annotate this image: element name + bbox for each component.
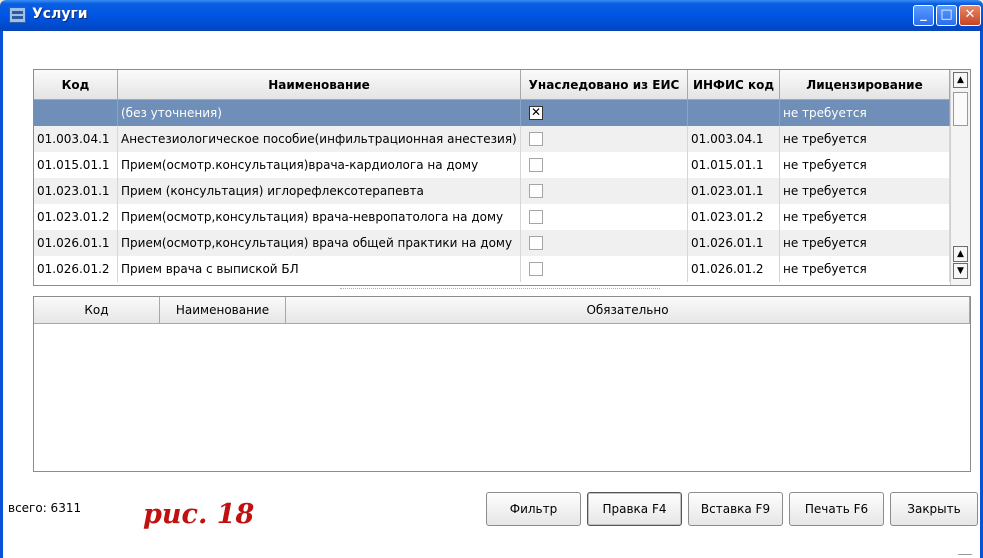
cell-inherited [521,204,688,230]
cell-inherited [521,256,688,282]
print-button[interactable]: Печать F6 [789,492,884,526]
cell-name: Прием (консультация) иглорефлексотерапев… [118,178,521,204]
cell-code: 01.023.01.2 [34,204,118,230]
vertical-scrollbar[interactable]: ▲ ▲ ▼ [950,70,970,285]
cell-inherited [521,230,688,256]
cell-code: 01.015.01.1 [34,152,118,178]
inherited-checkbox[interactable] [529,210,543,224]
cell-license: не требуется [780,126,950,152]
title-bar[interactable]: Услуги _ □ ✕ [0,0,983,31]
services-table[interactable]: Код Наименование Унаследовано из ЕИС ИНФ… [33,69,971,286]
cell-inherited [521,152,688,178]
cell-name: Прием(осмотр,консультация) врача-невропа… [118,204,521,230]
minimize-button[interactable]: _ [913,5,934,26]
scroll-up-button[interactable]: ▲ [953,72,968,88]
table-row[interactable]: 01.023.01.1 Прием (консультация) иглореф… [34,178,950,204]
cell-infis: 01.023.01.2 [688,204,780,230]
inherited-checkbox[interactable]: ✕ [529,106,543,120]
cell-infis: 01.026.01.2 [688,256,780,282]
insert-button[interactable]: Вставка F9 [688,492,783,526]
cell-license: не требуется [780,100,950,126]
app-window-icon [9,7,26,23]
cell-code: 01.023.01.1 [34,178,118,204]
cell-license: не требуется [780,256,950,282]
cell-name: Анестезиологическое пособие(инфильтрацио… [118,126,521,152]
figure-caption: рис. 18 [143,499,255,530]
cell-code: 01.003.04.1 [34,126,118,152]
column-header-code[interactable]: Код [34,70,118,100]
cell-infis: 01.023.01.1 [688,178,780,204]
cell-license: не требуется [780,230,950,256]
scroll-down-button[interactable]: ▼ [953,263,968,279]
close-button[interactable]: Закрыть [890,492,978,526]
filter-button[interactable]: Фильтр [486,492,581,526]
cell-code: 01.026.01.1 [34,230,118,256]
cell-license: не требуется [780,152,950,178]
cell-infis: 01.026.01.1 [688,230,780,256]
close-icon: ✕ [964,7,976,22]
column-header-required[interactable]: Обязательно [286,297,970,324]
cell-code: 01.026.01.2 [34,256,118,282]
column-header-inherited[interactable]: Унаследовано из ЕИС [521,70,688,100]
arrow-up-icon: ▲ [957,249,964,259]
cell-infis: 01.015.01.1 [688,152,780,178]
inherited-checkbox[interactable] [529,132,543,146]
cell-infis [688,100,780,126]
cell-inherited: ✕ [521,100,688,126]
table-row[interactable]: 01.015.01.1 Прием(осмотр.консультация)вр… [34,152,950,178]
services-window: Услуги _ □ ✕ Код Наименование Унаследова… [0,0,983,558]
column-header-infis[interactable]: ИНФИС код [688,70,780,100]
arrow-up-icon: ▲ [957,75,964,85]
cell-infis: 01.003.04.1 [688,126,780,152]
inherited-checkbox[interactable] [529,236,543,250]
cell-license: не требуется [780,204,950,230]
inherited-checkbox[interactable] [529,158,543,172]
maximize-button[interactable]: □ [936,5,957,26]
table-row[interactable]: 01.026.01.2 Прием врача с выпиской БЛ 01… [34,256,950,282]
column-header-code[interactable]: Код [34,297,160,324]
cell-name: Прием(осмотр,консультация) врача общей п… [118,230,521,256]
edit-button[interactable]: Правка F4 [587,492,682,526]
table-row[interactable]: 01.003.04.1 Анестезиологическое пособие(… [34,126,950,152]
cell-code [34,100,118,126]
column-header-license[interactable]: Лицензирование [780,70,950,100]
details-table[interactable]: Код Наименование Обязательно [33,296,971,472]
minimize-icon: _ [920,7,927,22]
column-header-name[interactable]: Наименование [160,297,286,324]
maximize-icon: □ [940,7,953,22]
scroll-thumb[interactable] [953,92,968,126]
inherited-checkbox[interactable] [529,262,543,276]
scroll-up-button[interactable]: ▲ [953,246,968,262]
cell-name: Прием врача с выпиской БЛ [118,256,521,282]
close-window-button[interactable]: ✕ [959,5,981,26]
cell-inherited [521,126,688,152]
record-count: всего: 6311 [8,501,82,515]
table-row[interactable]: (без уточнения) ✕ не требуется [34,100,950,126]
cell-name: Прием(осмотр.консультация)врача-кардиоло… [118,152,521,178]
panel-splitter[interactable] [340,288,660,291]
window-title: Услуги [32,6,88,22]
cell-license: не требуется [780,178,950,204]
column-header-name[interactable]: Наименование [118,70,521,100]
cell-inherited [521,178,688,204]
table-row[interactable]: 01.026.01.1 Прием(осмотр,консультация) в… [34,230,950,256]
cell-name: (без уточнения) [118,100,521,126]
table-row[interactable]: 01.023.01.2 Прием(осмотр,консультация) в… [34,204,950,230]
arrow-down-icon: ▼ [957,266,964,276]
inherited-checkbox[interactable] [529,184,543,198]
